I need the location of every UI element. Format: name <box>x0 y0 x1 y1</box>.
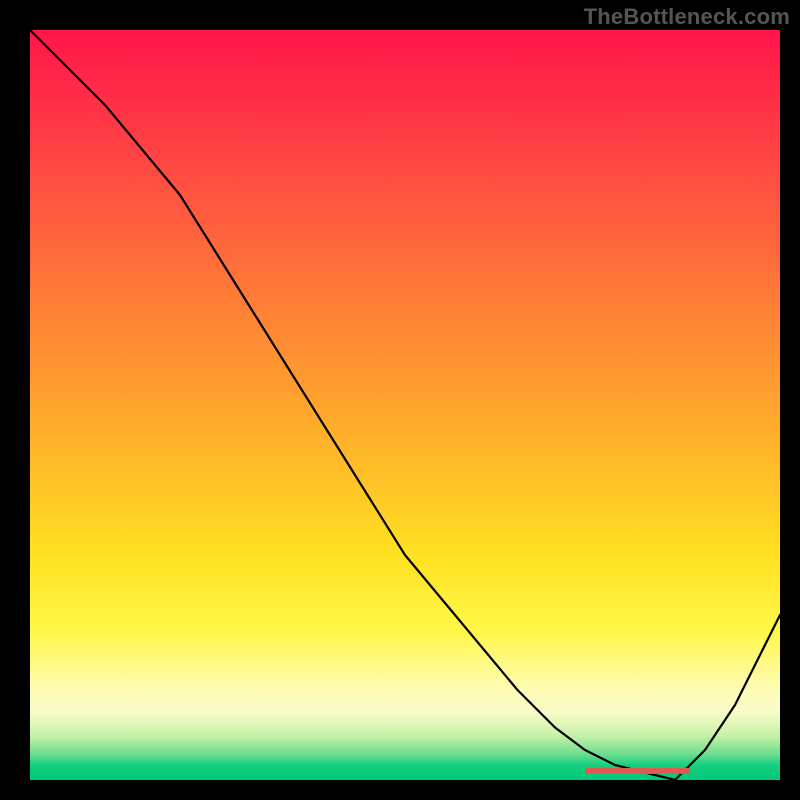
chart-frame: TheBottleneck.com <box>0 0 800 800</box>
curve-svg <box>30 30 780 780</box>
bottleneck-curve-path <box>30 30 780 780</box>
minimum-band-marker <box>585 768 690 774</box>
plot-area <box>30 30 780 780</box>
attribution-text: TheBottleneck.com <box>584 4 790 30</box>
